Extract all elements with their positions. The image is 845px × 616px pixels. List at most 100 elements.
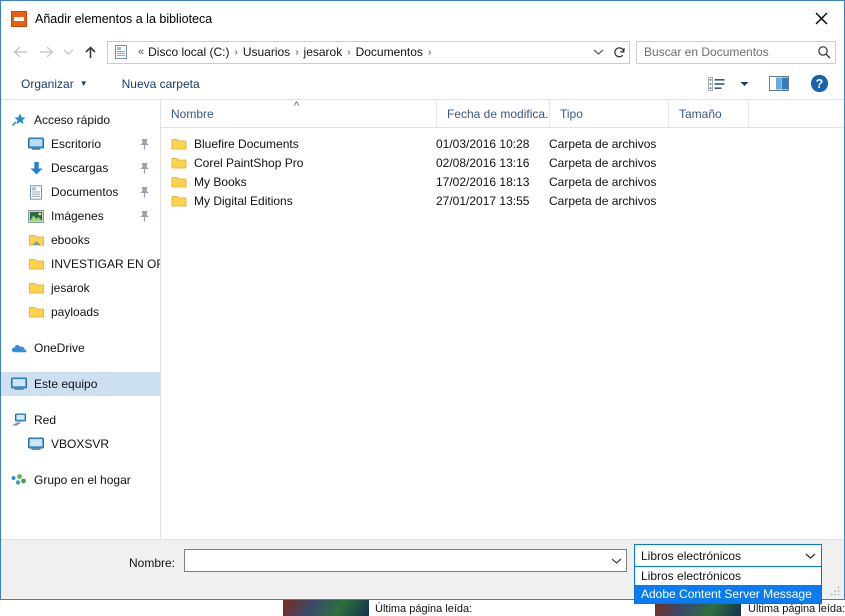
column-header-tipo[interactable]: Tipo (549, 100, 668, 127)
svg-text:?: ? (815, 77, 823, 91)
file-name-input[interactable] (184, 549, 627, 572)
chevron-right-icon[interactable]: › (290, 47, 303, 58)
breadcrumb-item-disco-local[interactable]: Disco local (C:) (148, 45, 229, 59)
new-folder-label: Nueva carpeta (121, 76, 200, 91)
sidebar-item-grupo-en-el-hogar[interactable]: Grupo en el hogar (1, 468, 160, 492)
table-row[interactable]: My Digital Editions 27/01/2017 13:55 Car… (161, 191, 844, 210)
breadcrumb-item-usuarios[interactable]: Usuarios (243, 45, 290, 59)
table-row[interactable]: Bluefire Documents 01/03/2016 10:28 Carp… (161, 134, 844, 153)
sidebar-item-acceso-rapido[interactable]: Acceso rápido (1, 108, 160, 132)
background-thumbnail (283, 598, 369, 616)
table-row[interactable]: My Books 17/02/2016 18:13 Carpeta de arc… (161, 172, 844, 191)
sidebar-item-jesarok[interactable]: jesarok (1, 276, 160, 300)
sidebar-label: Documentos (51, 185, 119, 199)
folder-icon (171, 176, 187, 187)
sidebar-item-vboxsvr[interactable]: VBOXSVR (1, 432, 160, 456)
arrow-up-icon[interactable] (77, 39, 103, 65)
filter-option-adobe-content-server-message[interactable]: Adobe Content Server Message (635, 585, 821, 603)
sidebar-item-imagenes[interactable]: Imágenes (1, 204, 160, 228)
sidebar-label: Imágenes (51, 209, 104, 223)
sidebar-item-payloads[interactable]: payloads (1, 300, 160, 324)
navigation-pane[interactable]: Acceso rápido Escritorio Descargas Docum… (1, 100, 161, 539)
new-folder-button[interactable]: Nueva carpeta (116, 72, 206, 96)
pin-icon[interactable] (139, 137, 150, 155)
file-type-filter-dropdown[interactable]: Libros electrónicos Adobe Content Server… (634, 567, 822, 604)
pin-icon[interactable] (139, 161, 150, 179)
search-input[interactable]: Buscar en Documentos (636, 40, 836, 64)
sidebar-item-descargas[interactable]: Descargas (1, 156, 160, 180)
sidebar-label: ebooks (51, 233, 90, 247)
folder-icon (28, 256, 44, 272)
column-header-fecha[interactable]: Fecha de modifica... (436, 100, 549, 127)
computer-icon (28, 436, 44, 452)
pin-icon[interactable] (139, 185, 150, 203)
chevron-down-icon[interactable] (799, 552, 821, 560)
chevron-right-icon[interactable]: › (423, 47, 436, 58)
caret-down-icon[interactable] (736, 72, 752, 96)
sidebar-label: jesarok (51, 281, 90, 295)
background-caption-right: Última página leída: (748, 603, 845, 615)
column-header-extra[interactable] (748, 100, 844, 127)
preview-pane-icon[interactable] (764, 72, 794, 96)
breadcrumb-item-documentos[interactable]: Documentos (356, 45, 423, 59)
file-type: Carpeta de archivos (549, 193, 657, 208)
sidebar-label: Escritorio (51, 137, 102, 151)
title-bar: Añadir elementos a la biblioteca (1, 0, 844, 36)
sidebar-label: INVESTIGAR EN OR (51, 257, 160, 271)
help-icon[interactable]: ? (804, 72, 834, 96)
breadcrumb-overflow[interactable]: « (134, 46, 148, 58)
close-icon[interactable] (798, 1, 844, 36)
sidebar-item-este-equipo[interactable]: Este equipo (1, 372, 160, 396)
folder-shared-icon (28, 232, 44, 248)
downloads-icon (28, 160, 44, 176)
sidebar-item-investigar-en-or[interactable]: INVESTIGAR EN OR (1, 252, 160, 276)
caret-down-icon: ▼ (79, 79, 88, 88)
view-list-icon[interactable] (702, 72, 732, 96)
refresh-icon[interactable] (609, 40, 630, 64)
file-type-filter-value: Libros electrónicos (641, 548, 742, 563)
sidebar-item-ebooks[interactable]: ebooks (1, 228, 160, 252)
file-type: Carpeta de archivos (549, 136, 657, 151)
arrow-left-icon[interactable] (7, 39, 33, 65)
folder-icon (28, 304, 44, 320)
table-row[interactable]: Corel PaintShop Pro 02/08/2016 13:16 Car… (161, 153, 844, 172)
address-bar: « Disco local (C:) › Usuarios › jesarok … (1, 36, 844, 68)
sidebar-label: Descargas (51, 161, 109, 175)
file-list[interactable]: Nombre Fecha de modifica... Tipo Tamaño … (161, 100, 844, 539)
homegroup-icon (11, 472, 27, 488)
chevron-down-icon[interactable] (59, 39, 77, 65)
file-name: Corel PaintShop Pro (194, 155, 304, 170)
file-name: Bluefire Documents (194, 136, 299, 151)
organize-button[interactable]: Organizar ▼ (15, 72, 94, 96)
file-rows: Bluefire Documents 01/03/2016 10:28 Carp… (161, 128, 844, 539)
organize-label: Organizar (21, 76, 74, 91)
breadcrumb-item-jesarok[interactable]: jesarok (304, 45, 343, 59)
file-name-label: Nombre: (129, 556, 176, 570)
sort-ascending-icon: ^ (294, 100, 300, 112)
file-type: Carpeta de archivos (549, 174, 657, 189)
pictures-icon (28, 208, 44, 224)
sidebar-item-onedrive[interactable]: OneDrive (1, 336, 160, 360)
chevron-right-icon[interactable]: › (342, 47, 355, 58)
add-to-library-dialog: Añadir elementos a la biblioteca « Disco… (0, 0, 845, 600)
column-header-tamano[interactable]: Tamaño (668, 100, 748, 127)
pin-icon[interactable] (139, 209, 150, 227)
sidebar-item-red[interactable]: Red (1, 408, 160, 432)
filter-option-libros-electronicos[interactable]: Libros electrónicos (635, 567, 821, 585)
chevron-down-icon[interactable] (587, 42, 609, 63)
arrow-right-icon[interactable] (33, 39, 59, 65)
sidebar-item-documentos[interactable]: Documentos (1, 180, 160, 204)
file-type-filter-combo[interactable]: Libros electrónicos (634, 544, 822, 567)
search-icon[interactable] (813, 45, 835, 59)
sidebar-item-escritorio[interactable]: Escritorio (1, 132, 160, 156)
resize-grip-icon[interactable] (829, 584, 841, 596)
file-date: 17/02/2016 18:13 (436, 174, 530, 189)
sidebar-label: payloads (51, 305, 100, 319)
sidebar-label: Acceso rápido (34, 113, 111, 127)
chevron-right-icon[interactable]: › (229, 47, 242, 58)
background-caption-left: Última página leída: (375, 603, 473, 615)
chevron-down-icon[interactable] (606, 557, 626, 565)
breadcrumb[interactable]: « Disco local (C:) › Usuarios › jesarok … (107, 40, 610, 64)
